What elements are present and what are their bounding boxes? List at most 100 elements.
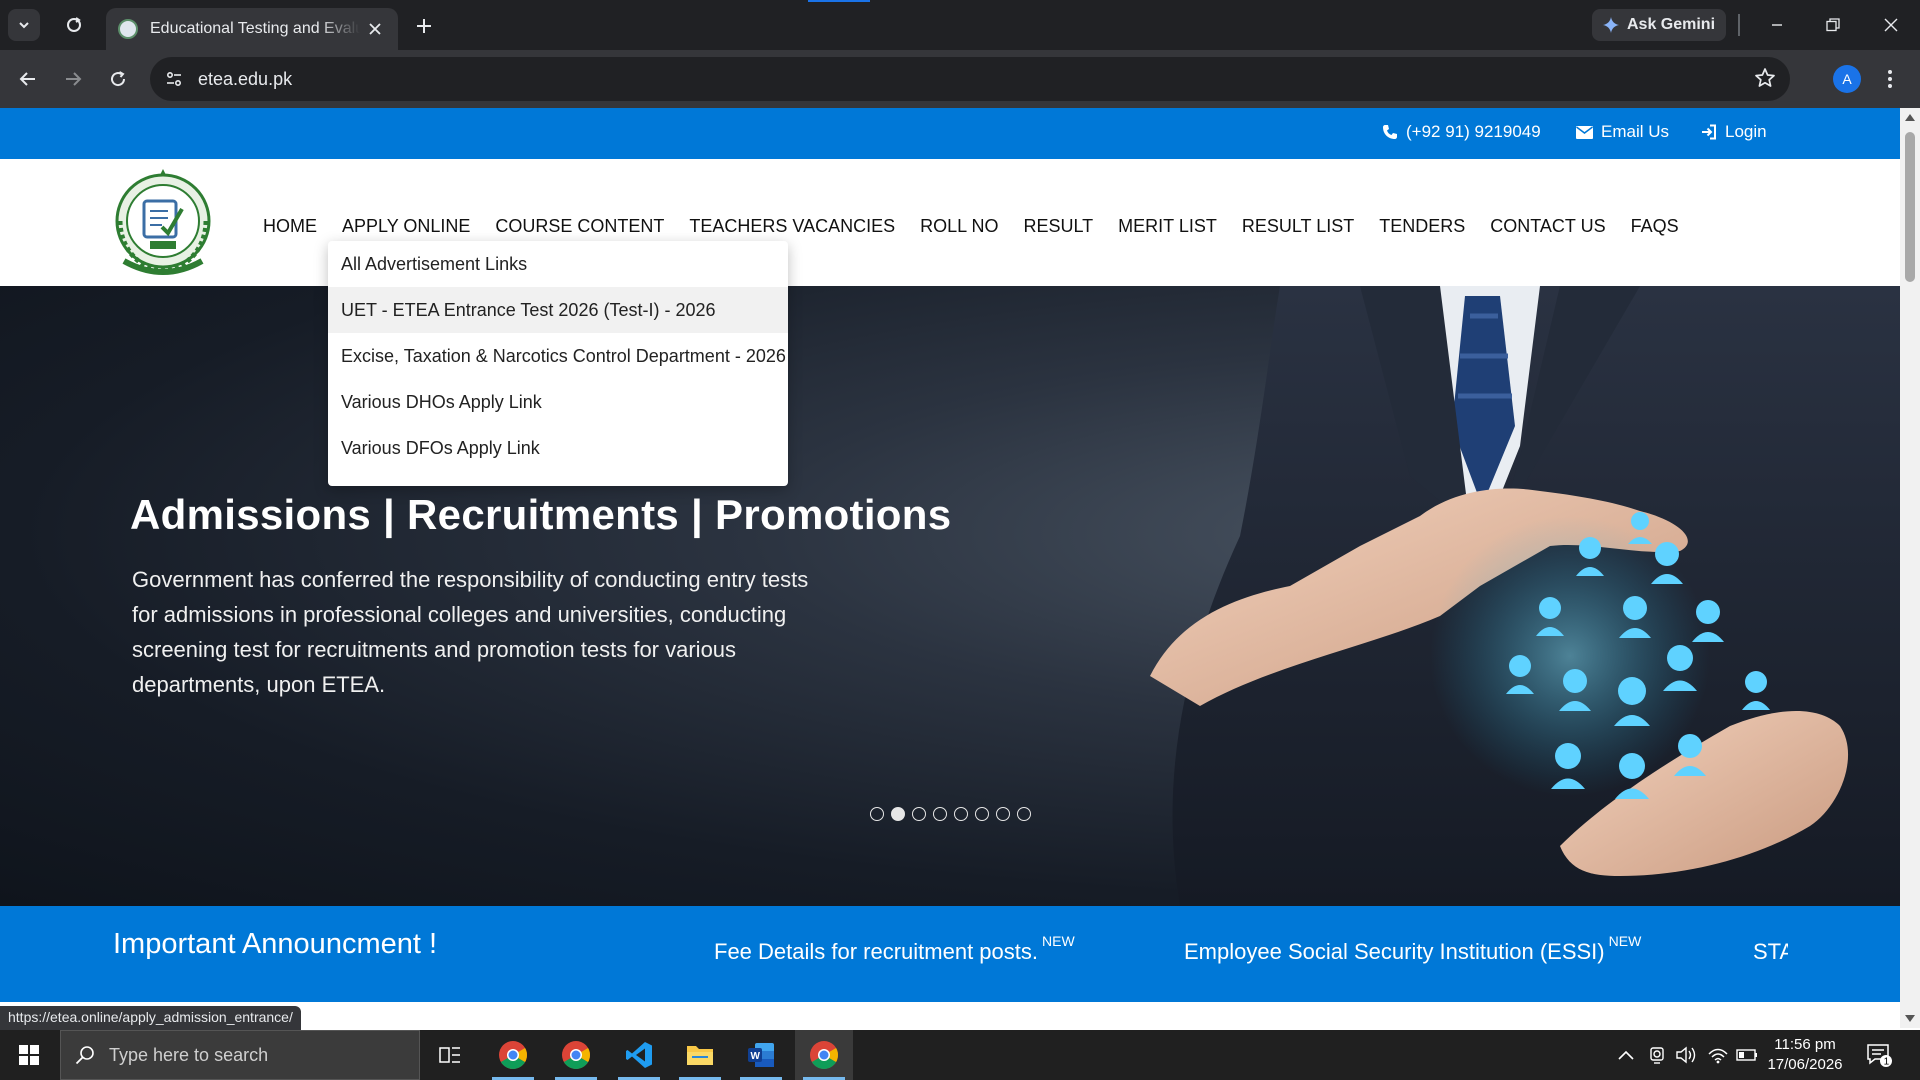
browser-tab-bar: Educational Testing and Evaluation Agenc… [0, 0, 1920, 50]
address-bar[interactable]: etea.edu.pk [150, 57, 1790, 101]
nav-faqs[interactable]: FAQS [1631, 216, 1679, 237]
phone-link[interactable]: (+92 91) 9219049 [1382, 122, 1541, 142]
site-info-icon[interactable] [162, 67, 186, 91]
start-button[interactable] [0, 1030, 58, 1080]
task-view-button[interactable] [421, 1030, 479, 1080]
restore-button[interactable] [1810, 10, 1856, 40]
tray-network[interactable] [1706, 1030, 1730, 1080]
nav-home[interactable]: HOME [263, 216, 317, 237]
phone-icon [1383, 125, 1397, 139]
slider-dot[interactable] [870, 807, 884, 821]
nav-tenders[interactable]: TENDERS [1379, 216, 1465, 237]
slider-dot[interactable] [975, 807, 989, 821]
slider-dot[interactable] [954, 807, 968, 821]
camera-icon [1650, 1047, 1664, 1064]
chrome-icon [810, 1041, 838, 1069]
dropdown-item-dhos[interactable]: Various DHOs Apply Link [328, 379, 788, 425]
scroll-down-arrow[interactable] [1905, 1015, 1915, 1022]
nav-roll-no[interactable]: ROLL NO [920, 216, 998, 237]
forward-button[interactable] [57, 63, 89, 95]
ask-gemini-button[interactable]: Ask Gemini [1592, 9, 1726, 41]
email-link[interactable]: Email Us [1576, 122, 1669, 142]
taskbar-vscode[interactable] [610, 1030, 668, 1080]
browser-menu-button[interactable] [1880, 65, 1900, 93]
slider-dot[interactable] [996, 807, 1010, 821]
taskbar-chrome-active[interactable] [795, 1030, 853, 1080]
new-badge: NEW [1608, 933, 1642, 949]
taskbar-clock[interactable]: 11:56 pm 17/06/2026 [1760, 1035, 1850, 1075]
login-link[interactable]: Login [1701, 122, 1767, 142]
slider-dot[interactable] [933, 807, 947, 821]
bookmark-star-icon[interactable] [1754, 67, 1776, 94]
dropdown-item-dfos[interactable]: Various DFOs Apply Link [328, 425, 788, 471]
hero-slider: Admissions | Recruitments | Promotions G… [0, 286, 1900, 906]
nav-course-content[interactable]: COURSE CONTENT [495, 216, 664, 237]
vscode-icon [626, 1042, 652, 1068]
notification-count: 1 [1884, 1057, 1890, 1068]
nav-merit-list[interactable]: MERIT LIST [1118, 216, 1217, 237]
ticker-item[interactable]: STA [1753, 939, 1788, 965]
taskbar-chrome-profile-2[interactable] [547, 1030, 605, 1080]
tab-extension-button[interactable] [58, 9, 90, 41]
active-tab[interactable]: Educational Testing and Evaluation Agenc… [106, 8, 398, 50]
profile-avatar[interactable]: A [1833, 65, 1861, 93]
slider-dot[interactable] [1017, 807, 1031, 821]
notification-center-button[interactable]: 1 [1866, 1042, 1892, 1073]
dropdown-item-all-advertisements[interactable]: All Advertisement Links [328, 241, 788, 287]
tray-volume[interactable] [1674, 1030, 1700, 1080]
slider-dot[interactable] [891, 807, 905, 821]
hero-businessman-image [1150, 286, 1900, 906]
close-window-button[interactable] [1868, 10, 1914, 40]
nav-result-list[interactable]: RESULT LIST [1242, 216, 1354, 237]
ticker-item-text: Fee Details for recruitment posts. [714, 939, 1039, 964]
top-contact-strip: (+92 91) 9219049 Email Us Login [0, 108, 1900, 159]
link-status-bubble: https://etea.online/apply_admission_entr… [0, 1006, 301, 1030]
close-icon [1884, 18, 1898, 32]
windows-logo-icon [19, 1045, 39, 1065]
page-scrollbar[interactable] [1900, 108, 1920, 1028]
ticker-item-text: STA [1753, 939, 1788, 964]
windows-taskbar: Type here to search W 11:56 pm 17/06/202… [0, 1030, 1920, 1080]
back-button[interactable] [12, 63, 44, 95]
taskbar-word[interactable]: W [732, 1030, 790, 1080]
login-icon [1702, 124, 1716, 140]
ask-gemini-label: Ask Gemini [1626, 16, 1716, 33]
taskbar-chrome-profile-1[interactable] [484, 1030, 542, 1080]
notification-icon: 1 [1867, 1044, 1892, 1068]
minimize-button[interactable] [1754, 10, 1800, 40]
dropdown-item-uet-entrance-test[interactable]: UET - ETEA Entrance Test 2026 (Test-I) -… [328, 287, 788, 333]
wifi-icon [1708, 1048, 1728, 1064]
nav-contact-us[interactable]: CONTACT US [1490, 216, 1605, 237]
tab-close-button[interactable] [364, 18, 386, 40]
folder-icon [687, 1046, 713, 1065]
page-viewport: (+92 91) 9219049 Email Us Login HOME APP… [0, 108, 1900, 1028]
nav-teachers-vacancies[interactable]: TEACHERS VACANCIES [689, 216, 895, 237]
slider-dot[interactable] [912, 807, 926, 821]
scrollbar-thumb[interactable] [1905, 132, 1915, 282]
tray-meet-now[interactable] [1645, 1030, 1669, 1080]
nav-result[interactable]: RESULT [1023, 216, 1093, 237]
new-tab-button[interactable] [410, 12, 438, 40]
dropdown-item-excise-taxation[interactable]: Excise, Taxation & Narcotics Control Dep… [328, 333, 788, 379]
main-navigation: HOME APPLY ONLINE COURSE CONTENT TEACHER… [263, 216, 1679, 237]
chrome-icon [499, 1041, 527, 1069]
announcement-title: Important Announcment ! [113, 928, 438, 960]
envelope-icon [1576, 125, 1593, 139]
ticker-item-text: Employee Social Security Institution (ES… [1184, 939, 1605, 964]
show-hidden-icons-button[interactable] [1614, 1030, 1638, 1080]
nav-apply-online[interactable]: APPLY ONLINE [342, 216, 470, 237]
ticker-item[interactable]: Fee Details for recruitment posts. NEW [714, 933, 1075, 965]
chrome-icon [562, 1041, 590, 1069]
etea-logo[interactable] [110, 165, 216, 277]
speaker-icon [1676, 1046, 1696, 1064]
reload-button[interactable] [102, 63, 134, 95]
site-header: HOME APPLY ONLINE COURSE CONTENT TEACHER… [0, 159, 1900, 286]
new-badge: NEW [1042, 933, 1075, 949]
ticker-item[interactable]: Employee Social Security Institution (ES… [1184, 933, 1641, 965]
taskbar-search-box[interactable]: Type here to search [60, 1030, 420, 1080]
taskbar-file-explorer[interactable] [671, 1030, 729, 1080]
scroll-up-arrow[interactable] [1905, 114, 1915, 121]
tray-battery[interactable] [1734, 1030, 1760, 1080]
announcement-bar: Important Announcment ! Fee Details for … [0, 906, 1900, 1002]
tab-search-menu-button[interactable] [8, 9, 40, 41]
